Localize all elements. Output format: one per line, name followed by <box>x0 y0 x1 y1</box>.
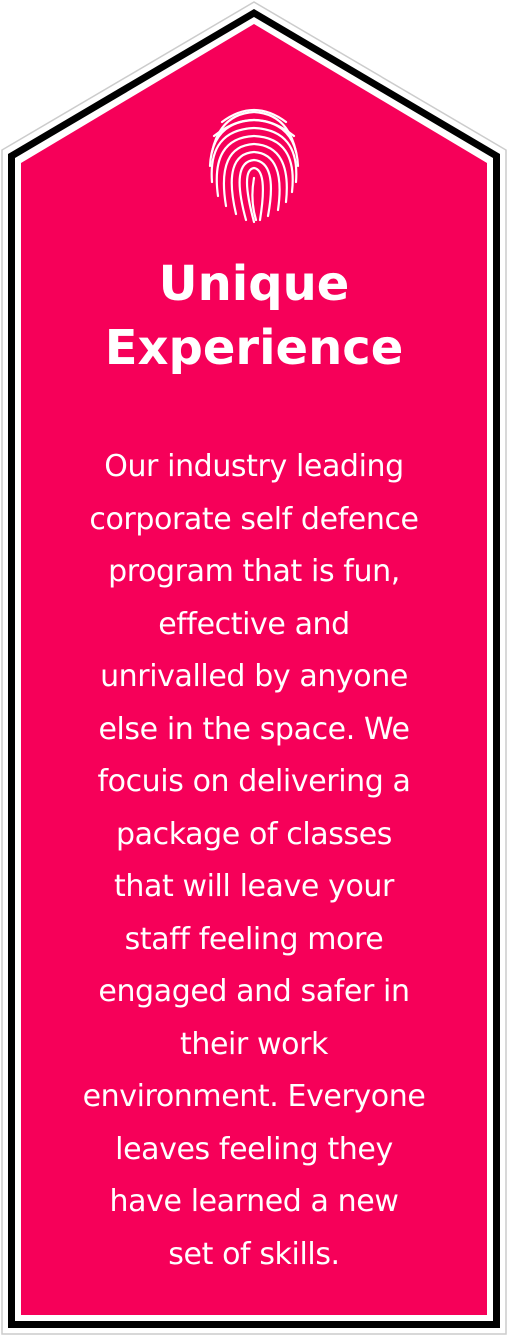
description-line: their work <box>179 1026 329 1062</box>
card-description: Our industry leading corporate self defe… <box>34 441 474 1281</box>
description-line: program that is fun, <box>108 554 400 589</box>
description-line: have learned a new <box>109 1184 399 1219</box>
fingerprint-icon <box>208 109 300 224</box>
description-line: environment. Everyone <box>82 1079 426 1114</box>
description-line: else in the space. We <box>98 711 410 747</box>
card-title: Unique Experience <box>30 252 478 380</box>
card-title-line: Experience <box>104 320 404 376</box>
description-line: corporate self defence <box>89 501 419 537</box>
description-line: that will leave your <box>114 869 394 904</box>
description-line: Our industry leading <box>104 449 404 484</box>
description-line: set of skills. <box>168 1236 340 1272</box>
description-line: leaves feeling they <box>115 1131 393 1167</box>
description-line: effective and <box>158 606 350 642</box>
feature-card: Unique Experience Our industry leading c… <box>0 0 508 1336</box>
description-line: focuis on delivering a <box>97 764 411 799</box>
description-line: staff feeling more <box>124 921 384 957</box>
description-line: engaged and safer in <box>98 974 410 1009</box>
card-title-line: Unique <box>158 256 350 312</box>
description-line: unrivalled by anyone <box>100 659 408 694</box>
description-line: package of classes <box>116 816 392 852</box>
